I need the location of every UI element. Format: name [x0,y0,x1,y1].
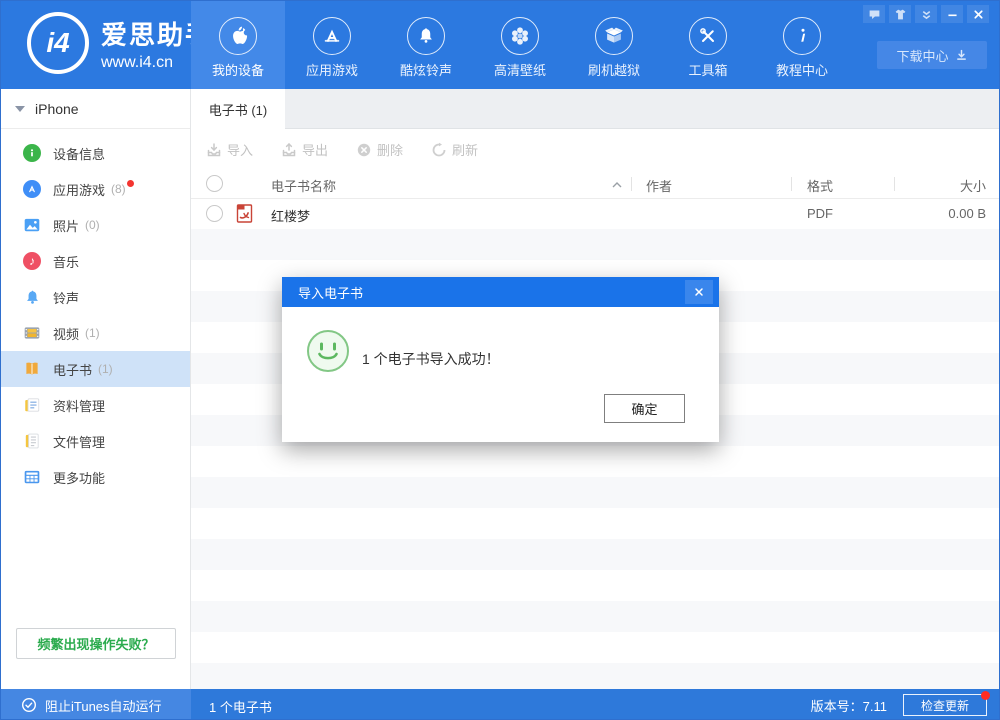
dialog-title: 导入电子书 [298,283,363,302]
chevron-down-icon [15,106,25,112]
export-icon [281,142,297,158]
download-center-button[interactable]: 下载中心 [877,41,987,69]
delete-button[interactable]: 删除 [356,140,403,159]
block-itunes-toggle[interactable]: 阻止iTunes自动运行 [1,689,191,720]
sidebar: iPhone 设备信息 应用游戏 (8) 照片 [1,89,191,689]
dialog-body: 1 个电子书导入成功！ 确定 [282,307,719,442]
row-checkbox[interactable] [206,205,223,222]
success-smiley-icon [306,329,350,378]
sidebar-item-music[interactable]: ♪ 音乐 [1,243,190,279]
skin-icon[interactable] [889,5,911,23]
device-selector[interactable]: iPhone [1,89,190,129]
download-icon [955,49,968,62]
collapse-icon[interactable] [915,5,937,23]
import-icon [206,142,222,158]
sidebar-item-file-management[interactable]: 文件管理 [1,423,190,459]
column-divider [631,177,632,191]
apple-icon [219,17,257,55]
sidebar-item-apps-games[interactable]: 应用游戏 (8) [1,171,190,207]
toolbar: 导入 导出 删除 刷新 [191,130,1000,169]
sidebar-list: 设备信息 应用游戏 (8) 照片 (0) ♪ 音乐 [1,135,190,495]
pdf-file-icon [236,204,253,226]
nav-apps-games[interactable]: 应用游戏 [285,1,379,89]
delete-icon [356,142,372,158]
grid-icon [23,468,41,486]
tab-ebooks[interactable]: 电子书 (1) [191,89,285,130]
import-result-dialog: 导入电子书 1 个电子书导入成功！ 确定 [282,277,719,442]
open-box-icon [595,17,633,55]
operation-failed-help-button[interactable]: 频繁出现操作失败？ [16,628,176,659]
nav-my-devices[interactable]: 我的设备 [191,1,285,89]
sidebar-item-photos[interactable]: 照片 (0) [1,207,190,243]
dialog-message: 1 个电子书导入成功！ [362,349,500,369]
app-logo: i4 爱思助手 www.i4.cn [27,12,213,74]
tab-strip: 电子书 (1) [191,89,1000,129]
data-card-icon [23,396,41,414]
notification-badge [127,180,134,187]
status-bar: 阻止iTunes自动运行 1 个电子书 版本号：7.11 检查更新 [1,689,1000,720]
ok-button[interactable]: 确定 [604,394,685,423]
sidebar-item-more-features[interactable]: 更多功能 [1,459,190,495]
minimize-icon[interactable] [941,5,963,23]
refresh-icon [431,142,447,158]
nav-ringtones[interactable]: 酷炫铃声 [379,1,473,89]
main-nav: 我的设备 应用游戏 酷炫铃声 高清壁纸 [191,1,849,89]
table-row[interactable]: 红楼梦 PDF 0.00 B [191,199,1000,229]
item-count-status: 1 个电子书 [209,697,272,716]
sidebar-item-device-info[interactable]: 设备信息 [1,135,190,171]
column-divider [791,177,792,191]
version-label: 版本号：7.11 [811,696,887,715]
column-divider [894,177,895,191]
ebook-size: 0.00 B [948,206,986,221]
photos-icon [23,216,41,234]
window-controls [863,5,989,23]
bell-icon [407,17,445,55]
sidebar-item-data-management[interactable]: 资料管理 [1,387,190,423]
feedback-icon[interactable] [863,5,885,23]
table-header: 电子书名称 作者 格式 大小 [191,169,1000,199]
column-size[interactable]: 大小 [960,176,986,195]
info-icon [783,17,821,55]
select-all-checkbox[interactable] [206,175,223,192]
device-name: iPhone [35,101,79,117]
sidebar-item-ringtones[interactable]: 铃声 [1,279,190,315]
appstore-icon [23,180,41,198]
logo-i4-icon: i4 [27,12,89,74]
sort-asc-icon[interactable] [611,178,623,193]
ebook-icon [23,360,41,378]
ebook-name: 红楼梦 [271,206,310,225]
column-name[interactable]: 电子书名称 [271,176,336,195]
nav-tutorials[interactable]: 教程中心 [755,1,849,89]
video-icon [23,324,41,342]
update-badge [981,691,990,700]
nav-toolbox[interactable]: 工具箱 [661,1,755,89]
nav-wallpapers[interactable]: 高清壁纸 [473,1,567,89]
dialog-titlebar[interactable]: 导入电子书 [282,277,719,307]
device-info-icon [23,144,41,162]
appstore-icon [313,17,351,55]
dialog-close-button[interactable] [685,280,713,304]
flower-icon [501,17,539,55]
refresh-button[interactable]: 刷新 [431,140,478,159]
sidebar-item-videos[interactable]: 视频 (1) [1,315,190,351]
bell-icon [23,288,41,306]
check-circle-icon [21,697,37,713]
tools-icon [689,17,727,55]
sidebar-item-ebooks[interactable]: 电子书 (1) [1,351,190,387]
close-icon[interactable] [967,5,989,23]
app-window: i4 爱思助手 www.i4.cn 我的设备 应用游戏 [0,0,1000,720]
music-icon: ♪ [23,252,41,270]
import-button[interactable]: 导入 [206,140,253,159]
nav-flash-jailbreak[interactable]: 刷机越狱 [567,1,661,89]
export-button[interactable]: 导出 [281,140,328,159]
check-update-button[interactable]: 检查更新 [903,694,987,716]
header: i4 爱思助手 www.i4.cn 我的设备 应用游戏 [1,1,1000,89]
column-author[interactable]: 作者 [646,176,672,195]
column-format[interactable]: 格式 [807,176,833,195]
close-icon [693,286,705,298]
file-icon [23,432,41,450]
ebook-format: PDF [807,206,833,221]
